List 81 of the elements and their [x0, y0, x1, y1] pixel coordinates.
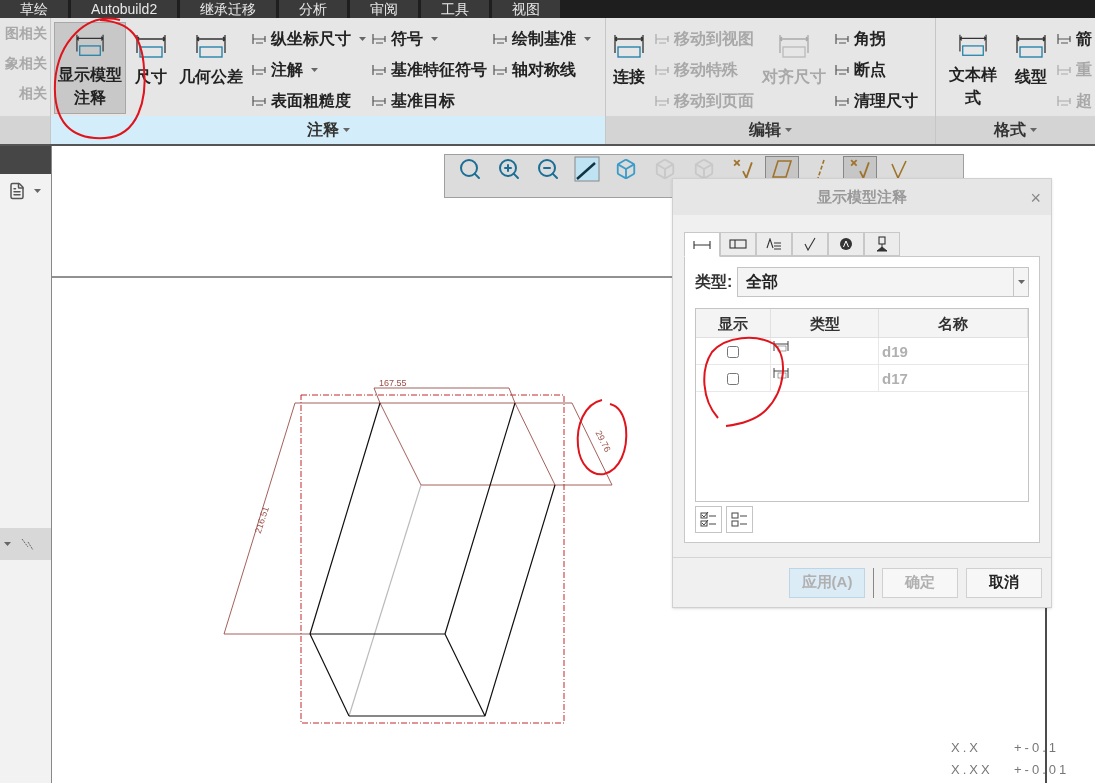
- ribbon-item[interactable]: 角拐: [834, 26, 918, 51]
- dimension-label: 167.55: [379, 378, 407, 388]
- dialog-title: 显示模型注释: [817, 186, 907, 207]
- points-icon: [733, 159, 753, 179]
- roughness-icon: [802, 237, 818, 251]
- show-checkbox[interactable]: [727, 372, 739, 385]
- dimension-icon: [773, 340, 789, 352]
- dialog-button[interactable]: 取消: [966, 567, 1042, 598]
- ribbon-item[interactable]: 符号: [371, 26, 487, 51]
- ribbon-item[interactable]: 绘制基准: [492, 26, 591, 51]
- ribbon-large-button[interactable]: 几何公差: [176, 22, 246, 114]
- points-icon: [850, 159, 870, 179]
- menu-tab[interactable]: 工具: [421, 0, 490, 18]
- ribbon-large-button[interactable]: 显示模型注释: [54, 22, 126, 114]
- zoom-fit-icon: [458, 157, 482, 181]
- menu-tab[interactable]: 分析: [279, 0, 348, 18]
- ribbon-group-label[interactable]: 编辑: [606, 116, 935, 144]
- caret-icon: [1017, 280, 1025, 284]
- csys-icon: [891, 159, 907, 179]
- ribbon-group-label[interactable]: 注释: [51, 116, 605, 144]
- select-all-button[interactable]: [695, 506, 722, 533]
- checklist-icon: [699, 510, 718, 529]
- cube-icon: [654, 158, 676, 180]
- caret-icon: [785, 128, 792, 132]
- menu-tab[interactable]: 继承迁移: [180, 0, 277, 18]
- column-header[interactable]: 类型: [771, 309, 879, 338]
- cube-icon: [615, 158, 637, 180]
- ribbon-item[interactable]: 轴对称线: [492, 57, 591, 82]
- datum-icon: [876, 236, 888, 252]
- column-header[interactable]: 名称: [879, 309, 1028, 338]
- caret-icon: [1030, 128, 1037, 132]
- ribbon-group-label[interactable]: 格式: [936, 116, 1095, 144]
- ribbon-large-button[interactable]: 连接: [609, 22, 649, 114]
- dimension-icon: [773, 367, 789, 379]
- menu-tab[interactable]: Autobuild2: [71, 0, 178, 18]
- type-label: 类型:: [695, 272, 733, 292]
- ribbon-item[interactable]: 箭: [1056, 26, 1092, 51]
- tolerance-label: X.X: [951, 740, 981, 755]
- repaint-icon: [574, 156, 600, 182]
- ribbon-group-footer: [0, 116, 50, 144]
- caret-icon: [359, 36, 366, 41]
- document-icon[interactable]: [8, 182, 26, 200]
- dialog-tab[interactable]: [864, 232, 900, 256]
- axis-icon: [817, 159, 825, 179]
- menu-tab[interactable]: 审阅: [350, 0, 419, 18]
- ribbon-item[interactable]: 基准目标: [371, 88, 487, 113]
- ribbon-large-button[interactable]: 文本样式: [939, 22, 1006, 114]
- dimension-icon: [693, 239, 711, 250]
- panel-header: [0, 146, 51, 174]
- empty-checklist-icon: [730, 510, 749, 529]
- annotation-name: d19: [881, 342, 909, 362]
- caret-icon: [342, 128, 350, 132]
- note-icon: [766, 238, 782, 250]
- tolerance-label: X.XX: [951, 762, 993, 777]
- plane-icon: [772, 160, 792, 178]
- ribbon-item[interactable]: 基准特征符号: [371, 57, 487, 82]
- tolerance-icon: [729, 239, 747, 249]
- ribbon-item[interactable]: 表面粗糙度: [251, 88, 366, 113]
- ribbon-item[interactable]: 清理尺寸: [834, 88, 918, 113]
- menu-tab[interactable]: 草绘: [0, 0, 68, 18]
- caret-icon: [431, 36, 438, 41]
- zoom-in-icon: [497, 157, 521, 181]
- ribbon-item[interactable]: 断点: [834, 57, 918, 82]
- symbol-icon: [839, 237, 853, 251]
- ribbon-large-button[interactable]: 线型: [1011, 22, 1051, 114]
- menu-tab[interactable]: 视图: [492, 0, 561, 18]
- column-header[interactable]: 显示: [696, 309, 771, 338]
- tool-icon[interactable]: [19, 536, 35, 552]
- annotation-name: d17: [881, 369, 909, 389]
- caret-icon: [34, 189, 41, 193]
- ribbon-item[interactable]: 纵坐标尺寸: [251, 26, 366, 51]
- ribbon-item[interactable]: 注解: [251, 57, 366, 82]
- show-checkbox[interactable]: [727, 345, 739, 358]
- caret-icon: [4, 542, 11, 546]
- caret-icon: [584, 36, 591, 41]
- dialog-tab[interactable]: [828, 232, 864, 256]
- clear-all-button[interactable]: [726, 506, 753, 533]
- caret-icon: [311, 67, 318, 72]
- zoom-out-icon: [536, 157, 560, 181]
- type-dropdown[interactable]: 全部: [737, 267, 1029, 297]
- dimension-label: 216.51: [252, 505, 271, 535]
